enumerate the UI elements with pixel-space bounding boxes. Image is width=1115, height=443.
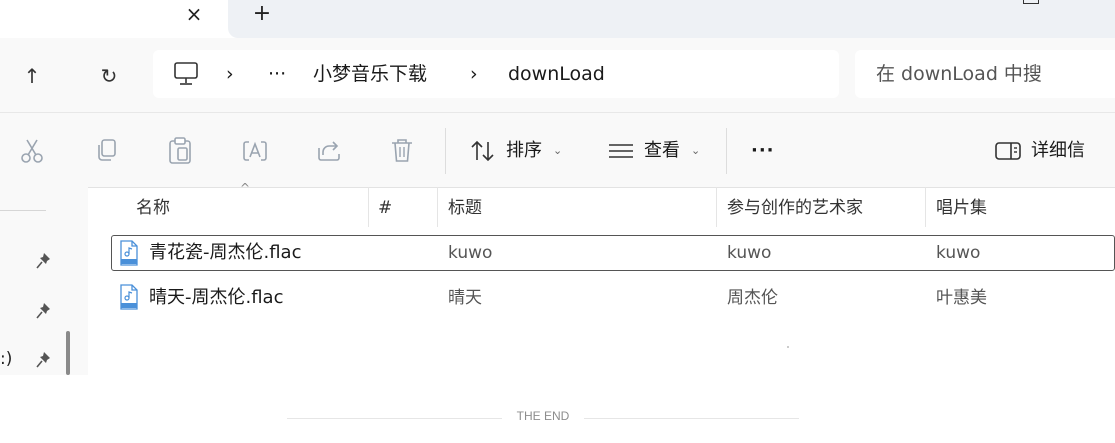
breadcrumb-item-music-download[interactable]: 小梦音乐下载 (313, 50, 427, 98)
chevron-down-icon: ⌄ (553, 144, 563, 157)
computer-icon[interactable] (172, 61, 200, 87)
details-button[interactable]: 详细信 (1031, 136, 1085, 166)
navigation-pane (0, 187, 88, 375)
column-divider[interactable] (368, 187, 369, 227)
breadcrumb-chevron[interactable]: › (226, 50, 234, 98)
sort-icon[interactable] (468, 136, 498, 166)
search-input[interactable]: 在 downLoad 中搜 (876, 50, 1042, 98)
breadcrumb-overflow-button[interactable]: ··· (268, 50, 286, 98)
column-divider[interactable] (925, 187, 926, 227)
column-header-number[interactable]: # (378, 193, 392, 223)
address-bar[interactable] (153, 50, 839, 98)
window-restore-icon[interactable] (1023, 0, 1039, 4)
up-button[interactable]: ↑ (18, 62, 46, 90)
view-icon[interactable] (606, 136, 636, 166)
file-album: 叶惠美 (936, 288, 987, 308)
end-label: THE END (516, 409, 570, 423)
file-title: kuwo (448, 243, 493, 263)
refresh-button[interactable]: ↻ (95, 62, 123, 90)
breadcrumb-chevron[interactable]: › (470, 50, 478, 98)
nav-item-label[interactable]: :) (0, 349, 12, 369)
nav-divider (0, 210, 46, 211)
column-divider[interactable] (716, 187, 717, 227)
copy-icon[interactable] (92, 136, 122, 166)
column-header-artist[interactable]: 参与创作的艺术家 (727, 193, 863, 223)
file-artist: kuwo (727, 243, 772, 263)
flac-file-icon (119, 284, 139, 310)
file-name[interactable]: 青花瓷-周杰伦.flac (149, 235, 301, 271)
nav-scrollbar[interactable] (66, 331, 70, 375)
close-tab-button[interactable]: × (180, 2, 208, 28)
file-name[interactable]: 晴天-周杰伦.flac (149, 280, 283, 316)
column-divider[interactable] (437, 187, 438, 227)
column-header-title[interactable]: 标题 (448, 193, 482, 223)
view-button[interactable]: 查看 (644, 136, 680, 166)
toolbar-divider (445, 128, 446, 174)
pin-icon (36, 252, 52, 270)
end-divider-right (584, 418, 799, 419)
pin-icon (36, 351, 52, 369)
paste-icon[interactable] (165, 136, 195, 166)
tab-bar-background (228, 0, 1115, 38)
details-pane-icon[interactable] (994, 136, 1024, 166)
end-divider-left (287, 418, 502, 419)
chevron-down-icon: ⌄ (691, 144, 701, 157)
sort-ascending-indicator: ^ (240, 181, 251, 195)
more-options-button[interactable]: ··· (751, 136, 775, 166)
breadcrumb-item-download[interactable]: downLoad (508, 50, 605, 98)
share-icon[interactable] (314, 136, 344, 166)
sort-button[interactable]: 排序 (506, 136, 542, 166)
column-header-name[interactable]: 名称 (136, 193, 170, 223)
cut-icon[interactable] (17, 136, 47, 166)
flac-file-icon (119, 240, 139, 266)
rename-icon[interactable] (240, 136, 270, 166)
stray-dot (787, 346, 789, 348)
file-album: kuwo (936, 243, 981, 263)
file-artist: 周杰伦 (727, 288, 778, 308)
pin-icon (36, 302, 52, 320)
new-tab-button[interactable]: + (248, 2, 276, 28)
file-title: 晴天 (448, 288, 482, 308)
column-header-album[interactable]: 唱片集 (936, 193, 987, 223)
toolbar-divider (726, 128, 727, 174)
delete-icon[interactable] (387, 136, 417, 166)
